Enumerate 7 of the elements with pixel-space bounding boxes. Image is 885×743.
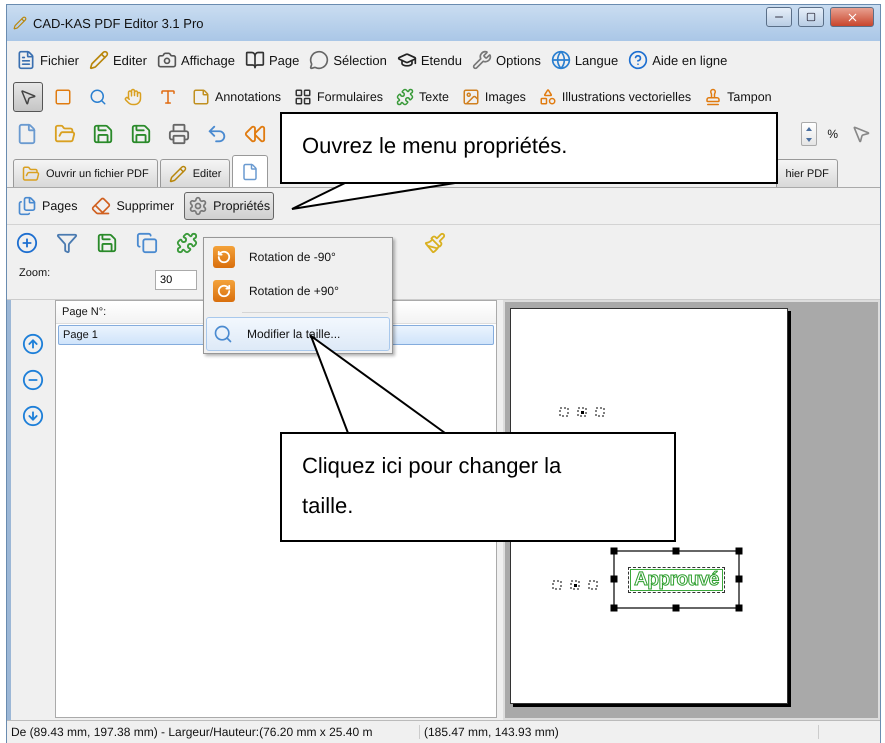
zoom-unit: % bbox=[827, 127, 838, 141]
status-text: De (89.43 mm, 197.38 mm) - Largeur/Hauteur:(76.20 mm x 25.40 m bbox=[7, 725, 420, 739]
stamp-text: Approuvé bbox=[628, 566, 725, 592]
window-title: CAD-KAS PDF Editor 3.1 Pro bbox=[33, 16, 204, 30]
zoom-label: Zoom: bbox=[19, 267, 52, 279]
status-text: (185.47 mm, 143.93 mm) bbox=[420, 725, 819, 739]
header-cell: Page N°: bbox=[62, 306, 106, 318]
